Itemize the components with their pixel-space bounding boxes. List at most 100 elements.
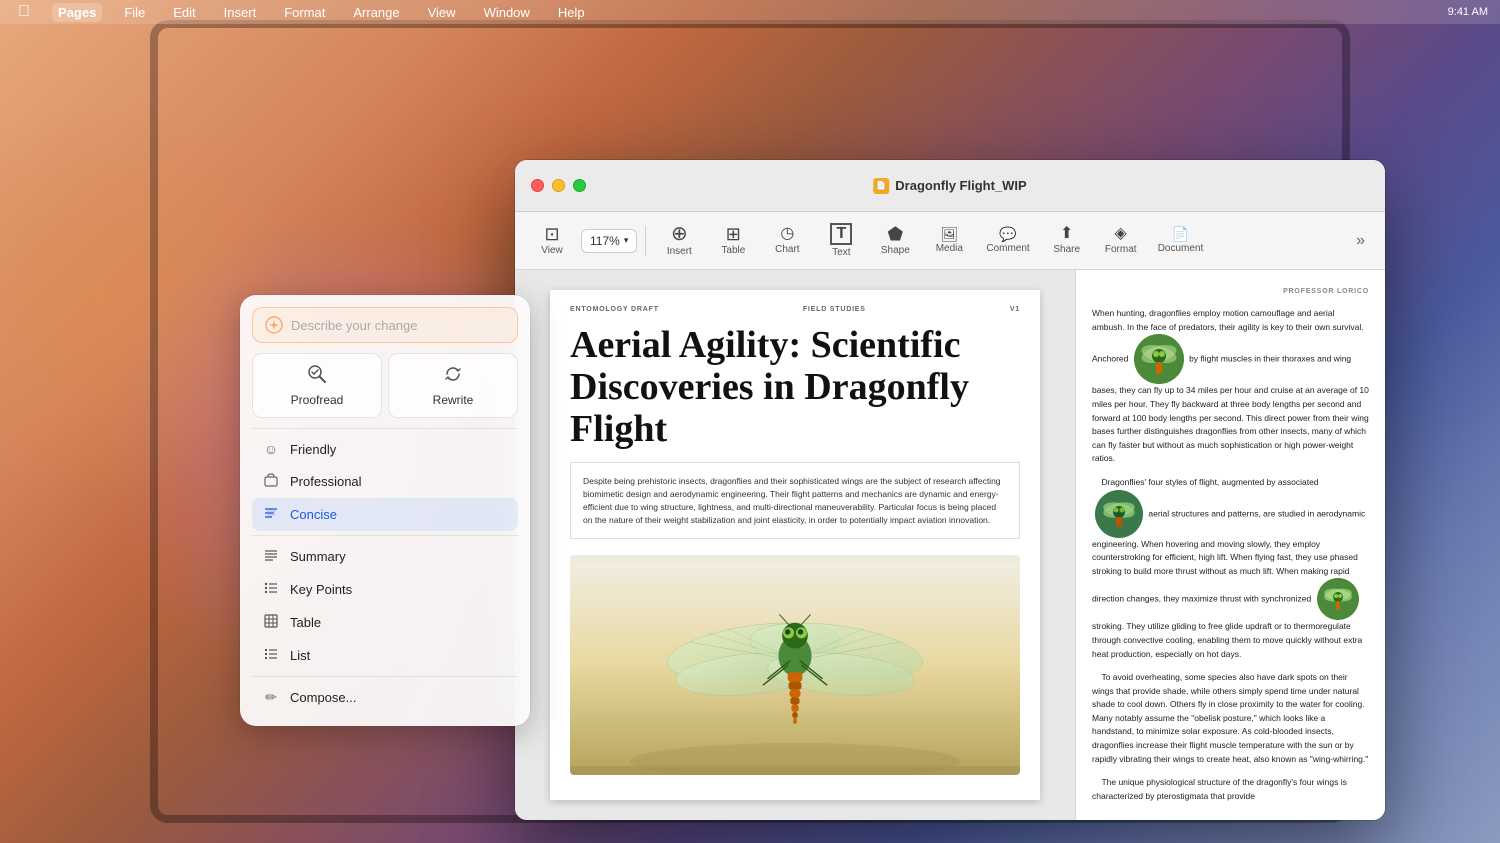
proofread-label: Proofread — [291, 393, 344, 407]
document-area: ENTOMOLOGY DRAFT FIELD STUDIES V1 Aerial… — [515, 270, 1385, 820]
toolbar-insert-btn[interactable]: ⊕ Insert — [654, 220, 704, 261]
menubar-time: 9:41 AM — [1448, 6, 1488, 18]
menubar:  Pages File Edit Insert Format Arrange … — [0, 0, 1500, 24]
share-label: Share — [1053, 244, 1080, 255]
menubar-insert[interactable]: Insert — [218, 3, 263, 22]
toolbar-document-btn[interactable]: 📄 Document — [1150, 223, 1212, 258]
menubar-pages[interactable]: Pages — [52, 3, 102, 22]
menubar-window[interactable]: Window — [478, 3, 536, 22]
traffic-lights — [531, 179, 586, 192]
menubar-file[interactable]: File — [118, 3, 151, 22]
ai-divider-2 — [252, 535, 518, 536]
insert-label: Insert — [667, 246, 692, 257]
toolbar-comment-btn[interactable]: 💬 Comment — [978, 223, 1037, 258]
menu-item-professional[interactable]: Professional — [252, 465, 518, 498]
right-panel-text-4: The unique physiological structure of th… — [1092, 776, 1369, 803]
window-title-text: Dragonfly Flight_WIP — [895, 178, 1026, 193]
concise-icon — [262, 506, 280, 523]
document-icon: 📄 — [873, 178, 889, 194]
view-label: View — [541, 245, 563, 256]
menu-item-keypoints[interactable]: Key Points — [252, 573, 518, 606]
compose-icon: ✏ — [262, 689, 280, 706]
friendly-icon: ☺ — [262, 441, 280, 457]
menu-item-compose[interactable]: ✏ Compose... — [252, 681, 518, 714]
format-icon: ◈ — [1115, 226, 1127, 242]
menu-item-friendly[interactable]: ☺ Friendly — [252, 433, 518, 465]
rewrite-button[interactable]: Rewrite — [388, 353, 518, 418]
toolbar-view-btn[interactable]: ⊡ View — [527, 221, 577, 260]
ai-writing-panel: Describe your change Proofread — [240, 295, 530, 726]
right-panel-text-3: To avoid overheating, some species also … — [1092, 671, 1369, 766]
text-icon: T — [830, 223, 852, 245]
menubar-format[interactable]: Format — [278, 3, 331, 22]
maximize-button[interactable] — [573, 179, 586, 192]
toolbar-more-btn[interactable]: » — [1348, 228, 1373, 254]
compose-label: Compose... — [290, 690, 356, 705]
article-intro[interactable]: Despite being prehistoric insects, drago… — [570, 462, 1020, 539]
document-toolbar-icon: 📄 — [1172, 227, 1189, 241]
professional-icon — [262, 473, 280, 490]
keypoints-icon — [262, 581, 280, 598]
professional-label: Professional — [290, 474, 362, 489]
friendly-label: Friendly — [290, 442, 336, 457]
toolbar-share-btn[interactable]: ⬆ Share — [1042, 222, 1092, 259]
format-label: Format — [1105, 244, 1137, 255]
menubar-arrange[interactable]: Arrange — [347, 3, 405, 22]
rewrite-icon — [443, 364, 463, 389]
pages-window: 📄 Dragonfly Flight_WIP ⊡ View 117% ▾ ⊕ I… — [515, 160, 1385, 820]
rewrite-label: Rewrite — [433, 393, 474, 407]
comment-label: Comment — [986, 243, 1029, 254]
text-label: Text — [832, 247, 850, 258]
desktop:  Pages File Edit Insert Format Arrange … — [0, 0, 1500, 843]
menubar-edit[interactable]: Edit — [167, 3, 201, 22]
summary-icon — [262, 548, 280, 565]
list-icon — [262, 647, 280, 664]
professor-header: PROFESSOR LORICO — [1092, 286, 1369, 297]
apple-menu[interactable]:  — [12, 1, 36, 23]
toolbar-text-btn[interactable]: T Text — [816, 219, 866, 262]
ai-search-placeholder[interactable]: Describe your change — [291, 318, 505, 333]
toolbar-chart-btn[interactable]: ◷ Chart — [762, 222, 812, 259]
view-icon: ⊡ — [544, 225, 559, 243]
comment-icon: 💬 — [999, 227, 1016, 241]
toolbar-table-btn[interactable]: ⊞ Table — [708, 221, 758, 260]
concise-label: Concise — [290, 507, 337, 522]
menu-item-list[interactable]: List — [252, 639, 518, 672]
zoom-control[interactable]: 117% ▾ — [581, 229, 637, 253]
media-label: Media — [936, 243, 963, 254]
proofread-button[interactable]: Proofread — [252, 353, 382, 418]
ai-actions: Proofread Rewrite — [252, 353, 518, 418]
media-icon: 🖼 — [940, 227, 958, 241]
table-menu-icon — [262, 614, 280, 631]
toolbar-format-btn[interactable]: ◈ Format — [1096, 222, 1146, 259]
insert-icon: ⊕ — [671, 224, 688, 244]
article-title[interactable]: Aerial Agility: Scientific Discoveries i… — [550, 321, 1040, 462]
meta-right: V1 — [1010, 306, 1020, 313]
ai-divider-3 — [252, 676, 518, 677]
meta-center: FIELD STUDIES — [803, 306, 866, 313]
share-icon: ⬆ — [1060, 226, 1073, 242]
menu-item-table[interactable]: Table — [252, 606, 518, 639]
document-page[interactable]: ENTOMOLOGY DRAFT FIELD STUDIES V1 Aerial… — [515, 270, 1075, 820]
shape-icon: ⬟ — [888, 225, 904, 243]
menubar-view[interactable]: View — [422, 3, 462, 22]
menu-item-concise[interactable]: Concise — [252, 498, 518, 531]
toolbar-media-btn[interactable]: 🖼 Media — [924, 223, 974, 258]
toolbar-sep-1 — [645, 226, 646, 256]
menu-item-summary[interactable]: Summary — [252, 540, 518, 573]
toolbar: ⊡ View 117% ▾ ⊕ Insert ⊞ Table ◷ Chart — [515, 212, 1385, 270]
ai-search-bar[interactable]: Describe your change — [252, 307, 518, 343]
meta-left: ENTOMOLOGY DRAFT — [570, 306, 659, 313]
chart-icon: ◷ — [780, 226, 794, 242]
menubar-help[interactable]: Help — [552, 3, 591, 22]
shape-label: Shape — [881, 245, 910, 256]
minimize-button[interactable] — [552, 179, 565, 192]
titlebar: 📄 Dragonfly Flight_WIP — [515, 160, 1385, 212]
chart-label: Chart — [775, 244, 799, 255]
toolbar-shape-btn[interactable]: ⬟ Shape — [870, 221, 920, 260]
right-panel-text-2: Dragonflies' four styles of flight, augm… — [1092, 476, 1369, 661]
document-label: Document — [1158, 243, 1204, 254]
right-panel[interactable]: PROFESSOR LORICO When hunting, dragonfli… — [1075, 270, 1385, 820]
close-button[interactable] — [531, 179, 544, 192]
zoom-chevron-icon: ▾ — [624, 235, 629, 246]
